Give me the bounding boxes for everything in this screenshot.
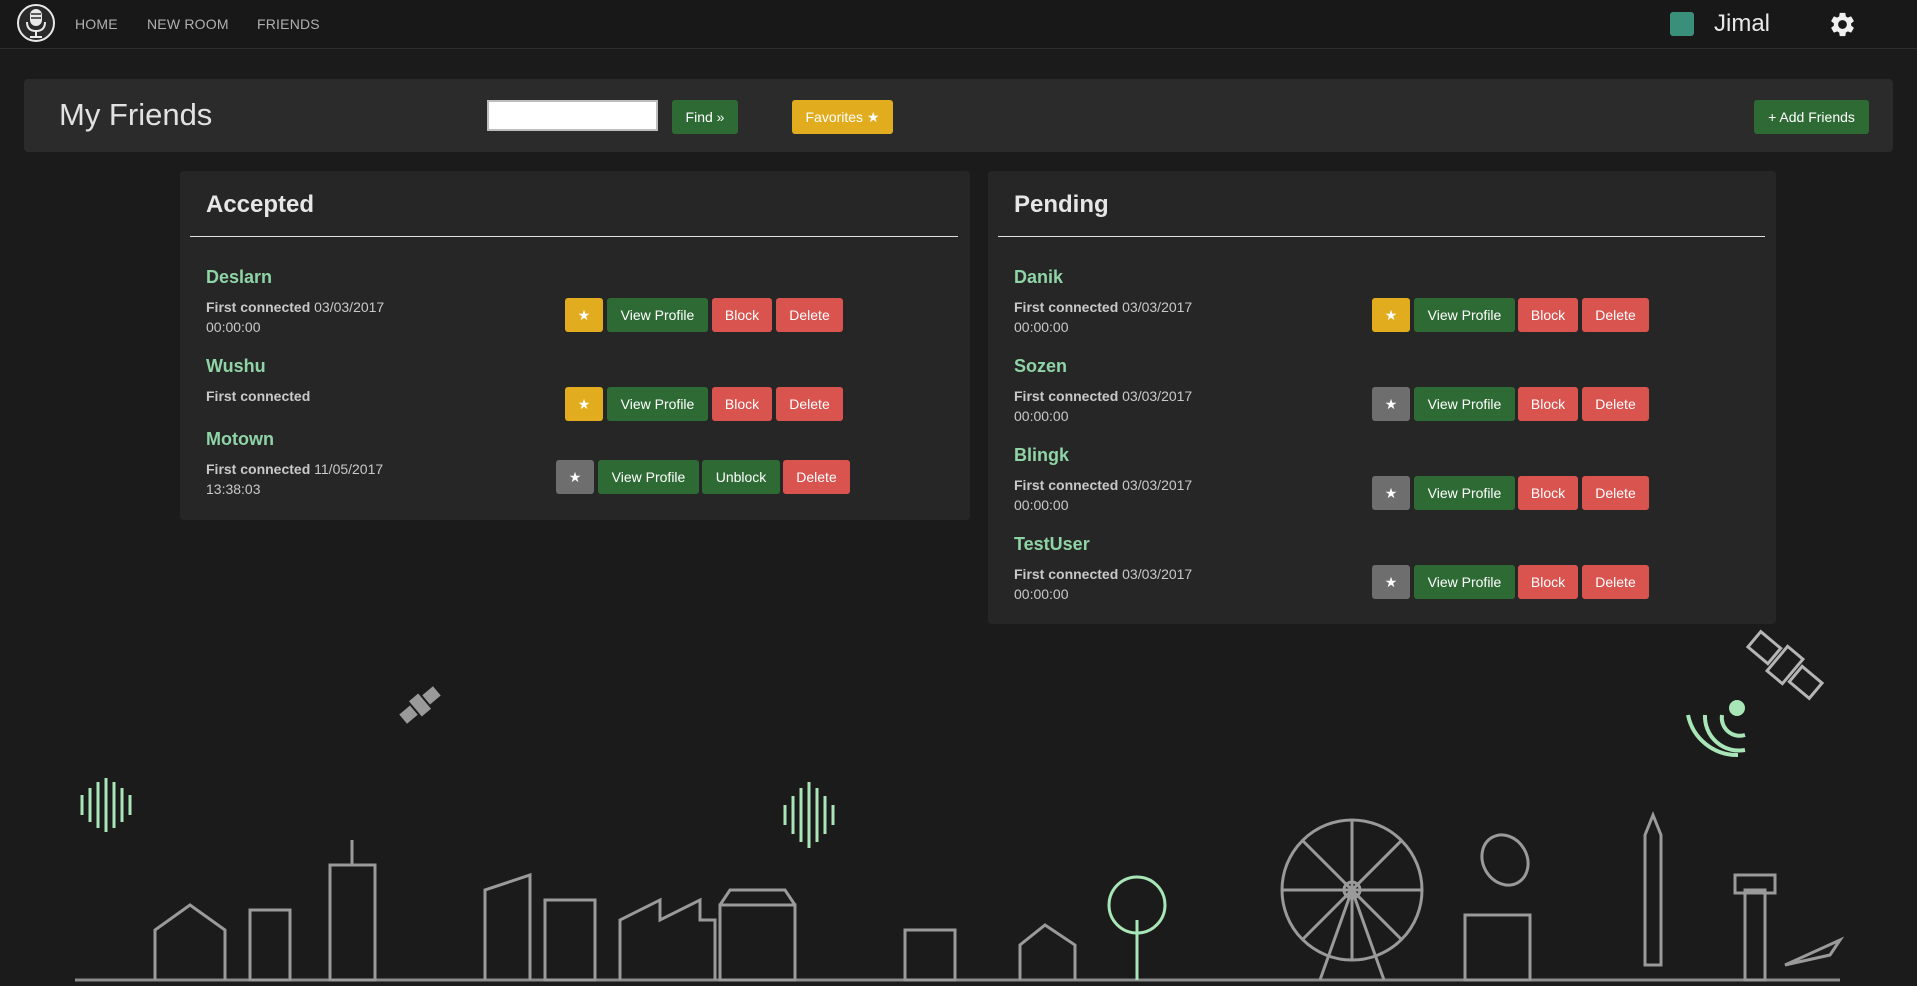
view-profile-button[interactable]: View Profile: [1414, 387, 1515, 421]
favorite-star-button[interactable]: ★: [1372, 387, 1410, 421]
connected-label: First connected: [1014, 299, 1119, 315]
connected-time: 00:00:00: [1014, 586, 1069, 602]
find-button[interactable]: Find »: [672, 100, 738, 134]
connected-date: 03/03/2017: [1122, 299, 1193, 315]
navbar: HOME NEW ROOM FRIENDS Jimal: [0, 0, 1917, 49]
view-profile-button[interactable]: View Profile: [598, 460, 699, 494]
soundwave-icon: [783, 782, 835, 848]
favorite-star-button[interactable]: ★: [1372, 298, 1410, 332]
favorite-star-button[interactable]: ★: [1372, 476, 1410, 510]
connected-date: 11/05/2017: [314, 461, 384, 477]
favorite-star-button[interactable]: ★: [556, 460, 594, 494]
connected-label: First connected: [206, 461, 311, 477]
connected-label: First connected: [1014, 477, 1119, 493]
block-button[interactable]: Block: [1518, 298, 1578, 332]
divider: [190, 236, 958, 237]
friend-connected-info: First connected 11/05/2017 13:38:03: [206, 459, 436, 499]
friend-name[interactable]: TestUser: [1014, 534, 1090, 555]
friend-connected-info: First connected: [206, 386, 436, 406]
status-indicator: [1670, 12, 1694, 36]
friend-name[interactable]: Motown: [206, 429, 274, 450]
connected-time: 13:38:03: [206, 481, 261, 497]
unblock-button[interactable]: Unblock: [702, 460, 780, 494]
ferris-wheel-icon: [1280, 818, 1424, 981]
connected-time: 00:00:00: [206, 319, 261, 335]
favorite-star-button[interactable]: ★: [565, 298, 603, 332]
friend-name[interactable]: Wushu: [206, 356, 266, 377]
add-friends-button[interactable]: + Add Friends: [1754, 100, 1869, 134]
accepted-title: Accepted: [206, 191, 315, 218]
connected-date: 03/03/2017: [314, 299, 385, 315]
block-button[interactable]: Block: [712, 387, 772, 421]
delete-button[interactable]: Delete: [1582, 476, 1649, 510]
friend-name[interactable]: Deslarn: [206, 267, 272, 288]
connected-time: 00:00:00: [1014, 497, 1069, 513]
friend-name[interactable]: Sozen: [1014, 356, 1067, 377]
connected-time: 00:00:00: [1014, 408, 1069, 424]
favorite-star-button[interactable]: ★: [1372, 565, 1410, 599]
friend-connected-info: First connected 03/03/2017 00:00:00: [1014, 564, 1244, 604]
username[interactable]: Jimal: [1714, 10, 1770, 38]
block-button[interactable]: Block: [1518, 387, 1578, 421]
satellite-icon: [399, 686, 441, 724]
pending-title: Pending: [1014, 191, 1109, 218]
connected-label: First connected: [1014, 566, 1119, 582]
delete-button[interactable]: Delete: [776, 387, 843, 421]
favorites-button[interactable]: Favorites ★: [792, 100, 893, 134]
city-skyline-illustration: [75, 629, 1845, 982]
microphone-logo-icon[interactable]: [16, 3, 56, 43]
satellite-large-icon: [1745, 629, 1825, 701]
view-profile-button[interactable]: View Profile: [607, 387, 708, 421]
soundwave-icon: [80, 778, 132, 832]
friend-connected-info: First connected 03/03/2017 00:00:00: [1014, 297, 1244, 337]
pending-panel: Pending Danik First connected 03/03/2017…: [988, 171, 1776, 624]
friend-connected-info: First connected 03/03/2017 00:00:00: [206, 297, 436, 337]
gear-icon[interactable]: [1828, 10, 1857, 39]
block-button[interactable]: Block: [1518, 565, 1578, 599]
friend-name[interactable]: Danik: [1014, 267, 1063, 288]
friend-connected-info: First connected 03/03/2017 00:00:00: [1014, 386, 1244, 426]
view-profile-button[interactable]: View Profile: [1414, 565, 1515, 599]
search-input[interactable]: [487, 100, 658, 131]
nav-home-link[interactable]: HOME: [75, 16, 118, 32]
delete-button[interactable]: Delete: [1582, 565, 1649, 599]
delete-button[interactable]: Delete: [783, 460, 850, 494]
delete-button[interactable]: Delete: [1582, 298, 1649, 332]
connected-date: 03/03/2017: [1122, 388, 1193, 404]
delete-button[interactable]: Delete: [1582, 387, 1649, 421]
connected-date: 03/03/2017: [1122, 566, 1193, 582]
favorite-star-button[interactable]: ★: [565, 387, 603, 421]
accepted-panel: Accepted Deslarn First connected 03/03/2…: [180, 171, 970, 520]
connected-date: 03/03/2017: [1122, 477, 1193, 493]
connected-label: First connected: [1014, 388, 1119, 404]
nav-new-room-link[interactable]: NEW ROOM: [147, 16, 229, 32]
friends-header: My Friends Find » Favorites ★ + Add Frie…: [24, 79, 1893, 152]
connected-time: 00:00:00: [1014, 319, 1069, 335]
friend-name[interactable]: Blingk: [1014, 445, 1069, 466]
signal-waves-icon: [1686, 700, 1746, 758]
divider: [998, 236, 1765, 237]
view-profile-button[interactable]: View Profile: [1414, 476, 1515, 510]
block-button[interactable]: Block: [1518, 476, 1578, 510]
page-title: My Friends: [59, 97, 213, 132]
friend-connected-info: First connected 03/03/2017 00:00:00: [1014, 475, 1244, 515]
view-profile-button[interactable]: View Profile: [1414, 298, 1515, 332]
view-profile-button[interactable]: View Profile: [607, 298, 708, 332]
block-button[interactable]: Block: [712, 298, 772, 332]
delete-button[interactable]: Delete: [776, 298, 843, 332]
nav-friends-link[interactable]: FRIENDS: [257, 16, 320, 32]
connected-label: First connected: [206, 388, 311, 404]
connected-label: First connected: [206, 299, 311, 315]
